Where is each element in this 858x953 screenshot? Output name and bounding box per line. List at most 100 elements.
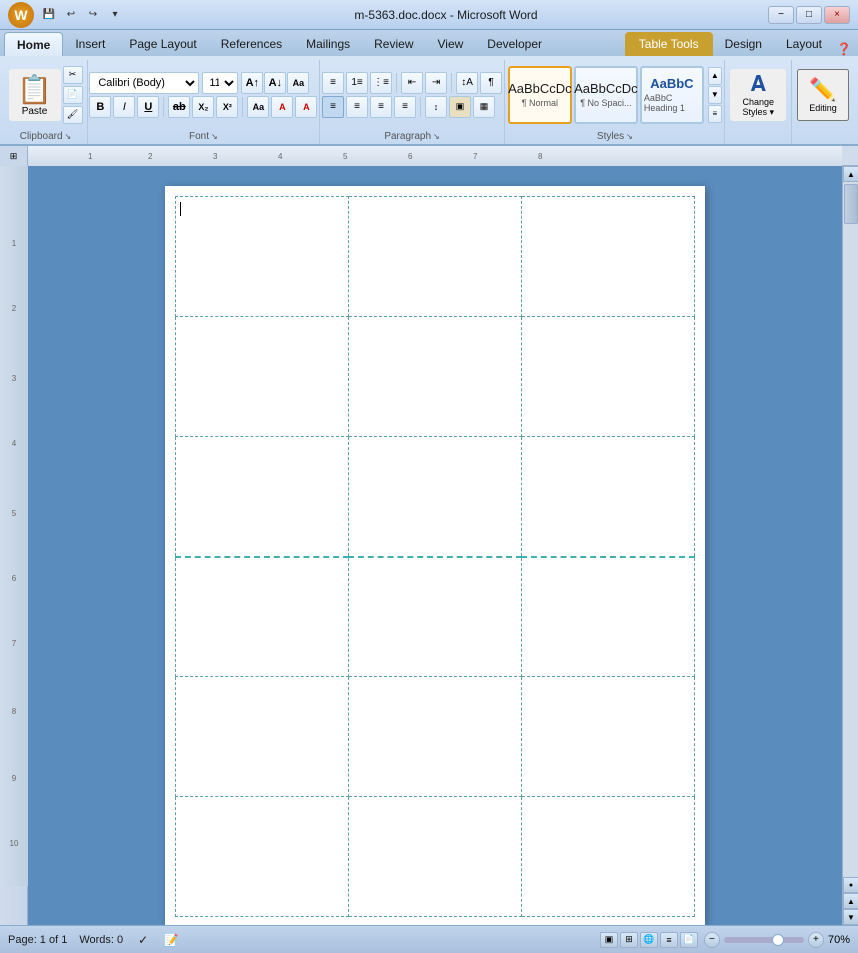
table-cell-6-3[interactable]	[522, 797, 695, 917]
table-cell-2-2[interactable]	[349, 317, 522, 437]
tab-developer[interactable]: Developer	[475, 32, 554, 56]
zoom-in-button[interactable]: +	[808, 932, 824, 948]
decrease-indent-btn[interactable]: ⇤	[401, 72, 423, 94]
tab-design[interactable]: Design	[713, 32, 774, 56]
numbering-btn[interactable]: 1≡	[346, 72, 368, 94]
draft-view-btn[interactable]: 📄	[680, 932, 698, 948]
font-size-select[interactable]: 11	[202, 72, 238, 94]
restore-button[interactable]: □	[796, 6, 822, 24]
table-cell-3-2[interactable]	[349, 437, 522, 557]
subscript-btn[interactable]: X₂	[192, 96, 214, 118]
font-expand-icon[interactable]: ↘	[211, 132, 218, 141]
shading-btn[interactable]: ▣	[449, 96, 471, 118]
web-layout-btn[interactable]: 🌐	[640, 932, 658, 948]
outline-view-btn[interactable]: ≡	[660, 932, 678, 948]
line-spacing-btn[interactable]: ↕	[425, 96, 447, 118]
superscript-btn[interactable]: X²	[216, 96, 238, 118]
table-cell-3-1[interactable]	[176, 437, 349, 557]
scroll-thumb[interactable]	[844, 184, 858, 224]
tab-insert[interactable]: Insert	[63, 32, 117, 56]
document-page[interactable]	[165, 186, 705, 925]
tab-references[interactable]: References	[209, 32, 294, 56]
next-page-btn[interactable]: ▼	[843, 909, 858, 925]
zoom-thumb[interactable]	[772, 934, 784, 946]
styles-expand-icon[interactable]: ↘	[626, 132, 633, 141]
minimize-button[interactable]: −	[768, 6, 794, 24]
table-cell-1-1[interactable]	[176, 197, 349, 317]
style-heading1[interactable]: AaBbC AaBbC Heading 1	[640, 66, 704, 124]
strikethrough-btn[interactable]: ab	[168, 96, 190, 118]
underline-button[interactable]: U	[137, 96, 159, 118]
zoom-slider[interactable]	[724, 937, 804, 943]
paragraph-expand-icon[interactable]: ↘	[433, 132, 440, 141]
table-cell-1-3[interactable]	[522, 197, 695, 317]
scroll-up-button[interactable]: ▲	[843, 166, 858, 182]
redo-quick-btn[interactable]: ↪	[84, 6, 102, 24]
change-case-btn[interactable]: Aa	[287, 72, 309, 94]
copy-button[interactable]: 📄	[63, 86, 83, 104]
table-cell-1-2[interactable]	[349, 197, 522, 317]
table-cell-2-1[interactable]	[176, 317, 349, 437]
table-cell-3-3[interactable]	[522, 437, 695, 557]
borders-btn[interactable]: ▦	[473, 96, 495, 118]
paste-button[interactable]: 📋 Paste	[9, 69, 61, 121]
change-styles-button[interactable]: 𝐀 ChangeStyles ▾	[730, 69, 786, 121]
italic-button[interactable]: I	[113, 96, 135, 118]
spell-check-icon[interactable]: ✓	[135, 932, 151, 948]
zoom-out-button[interactable]: −	[704, 932, 720, 948]
tab-home[interactable]: Home	[4, 32, 63, 56]
align-right-btn[interactable]: ≡	[370, 96, 392, 118]
full-screen-btn[interactable]: ⊞	[620, 932, 638, 948]
bullets-btn[interactable]: ≡	[322, 72, 344, 94]
scroll-track[interactable]	[843, 182, 858, 877]
table-cell-4-1[interactable]	[176, 557, 349, 677]
style-no-spacing[interactable]: AaBbCcDc ¶ No Spaci...	[574, 66, 638, 124]
track-changes-icon[interactable]: 📝	[163, 932, 179, 948]
ribbon-help-btn[interactable]: ❓	[834, 42, 854, 56]
ruler-corner[interactable]: ⊞	[0, 146, 28, 166]
table-cell-5-3[interactable]	[522, 677, 695, 797]
increase-font-size-btn[interactable]: A↑	[241, 72, 263, 94]
styles-scroll-up[interactable]: ▲	[708, 67, 722, 85]
font-color-btn[interactable]: A	[295, 96, 317, 118]
table-cell-6-1[interactable]	[176, 797, 349, 917]
tab-page-layout[interactable]: Page Layout	[117, 32, 208, 56]
table-cell-2-3[interactable]	[522, 317, 695, 437]
cut-button[interactable]: ✂	[63, 66, 83, 84]
highlight-btn[interactable]: A	[271, 96, 293, 118]
tab-layout[interactable]: Layout	[774, 32, 834, 56]
justify-btn[interactable]: ≡	[394, 96, 416, 118]
editing-button[interactable]: ✏️ Editing	[797, 69, 849, 121]
tab-review[interactable]: Review	[362, 32, 425, 56]
prev-page-btn[interactable]: ▲	[843, 893, 858, 909]
styles-more[interactable]: ≡	[708, 105, 722, 123]
align-center-btn[interactable]: ≡	[346, 96, 368, 118]
table-cell-4-2[interactable]	[349, 557, 522, 677]
undo-quick-btn[interactable]: ↩	[62, 6, 80, 24]
table-cell-5-2[interactable]	[349, 677, 522, 797]
tab-view[interactable]: View	[426, 32, 476, 56]
clipboard-expand-icon[interactable]: ↘	[65, 132, 72, 141]
table-cell-6-2[interactable]	[349, 797, 522, 917]
style-normal[interactable]: AaBbCcDc ¶ Normal	[508, 66, 572, 124]
increase-indent-btn[interactable]: ⇥	[425, 72, 447, 94]
format-painter-button[interactable]: 🖌	[63, 106, 83, 124]
office-button[interactable]: W	[8, 2, 34, 28]
styles-scroll-down[interactable]: ▼	[708, 86, 722, 104]
multilevel-list-btn[interactable]: ⋮≡	[370, 72, 392, 94]
clear-format-btn[interactable]: Aa	[247, 96, 269, 118]
print-layout-btn[interactable]: ▣	[600, 932, 618, 948]
close-button[interactable]: ×	[824, 6, 850, 24]
sort-btn[interactable]: ↕A	[456, 72, 478, 94]
show-marks-btn[interactable]: ¶	[480, 72, 502, 94]
tab-mailings[interactable]: Mailings	[294, 32, 362, 56]
table-cell-5-1[interactable]	[176, 677, 349, 797]
select-browse-object-btn[interactable]: ●	[843, 877, 858, 893]
save-quick-btn[interactable]: 💾	[40, 6, 58, 24]
align-left-btn[interactable]: ≡	[322, 96, 344, 118]
bold-button[interactable]: B	[89, 96, 111, 118]
table-cell-4-3[interactable]	[522, 557, 695, 677]
decrease-font-size-btn[interactable]: A↓	[264, 72, 286, 94]
font-family-select[interactable]: Calibri (Body)	[89, 72, 199, 94]
qa-more-btn[interactable]: ▾	[106, 6, 124, 24]
